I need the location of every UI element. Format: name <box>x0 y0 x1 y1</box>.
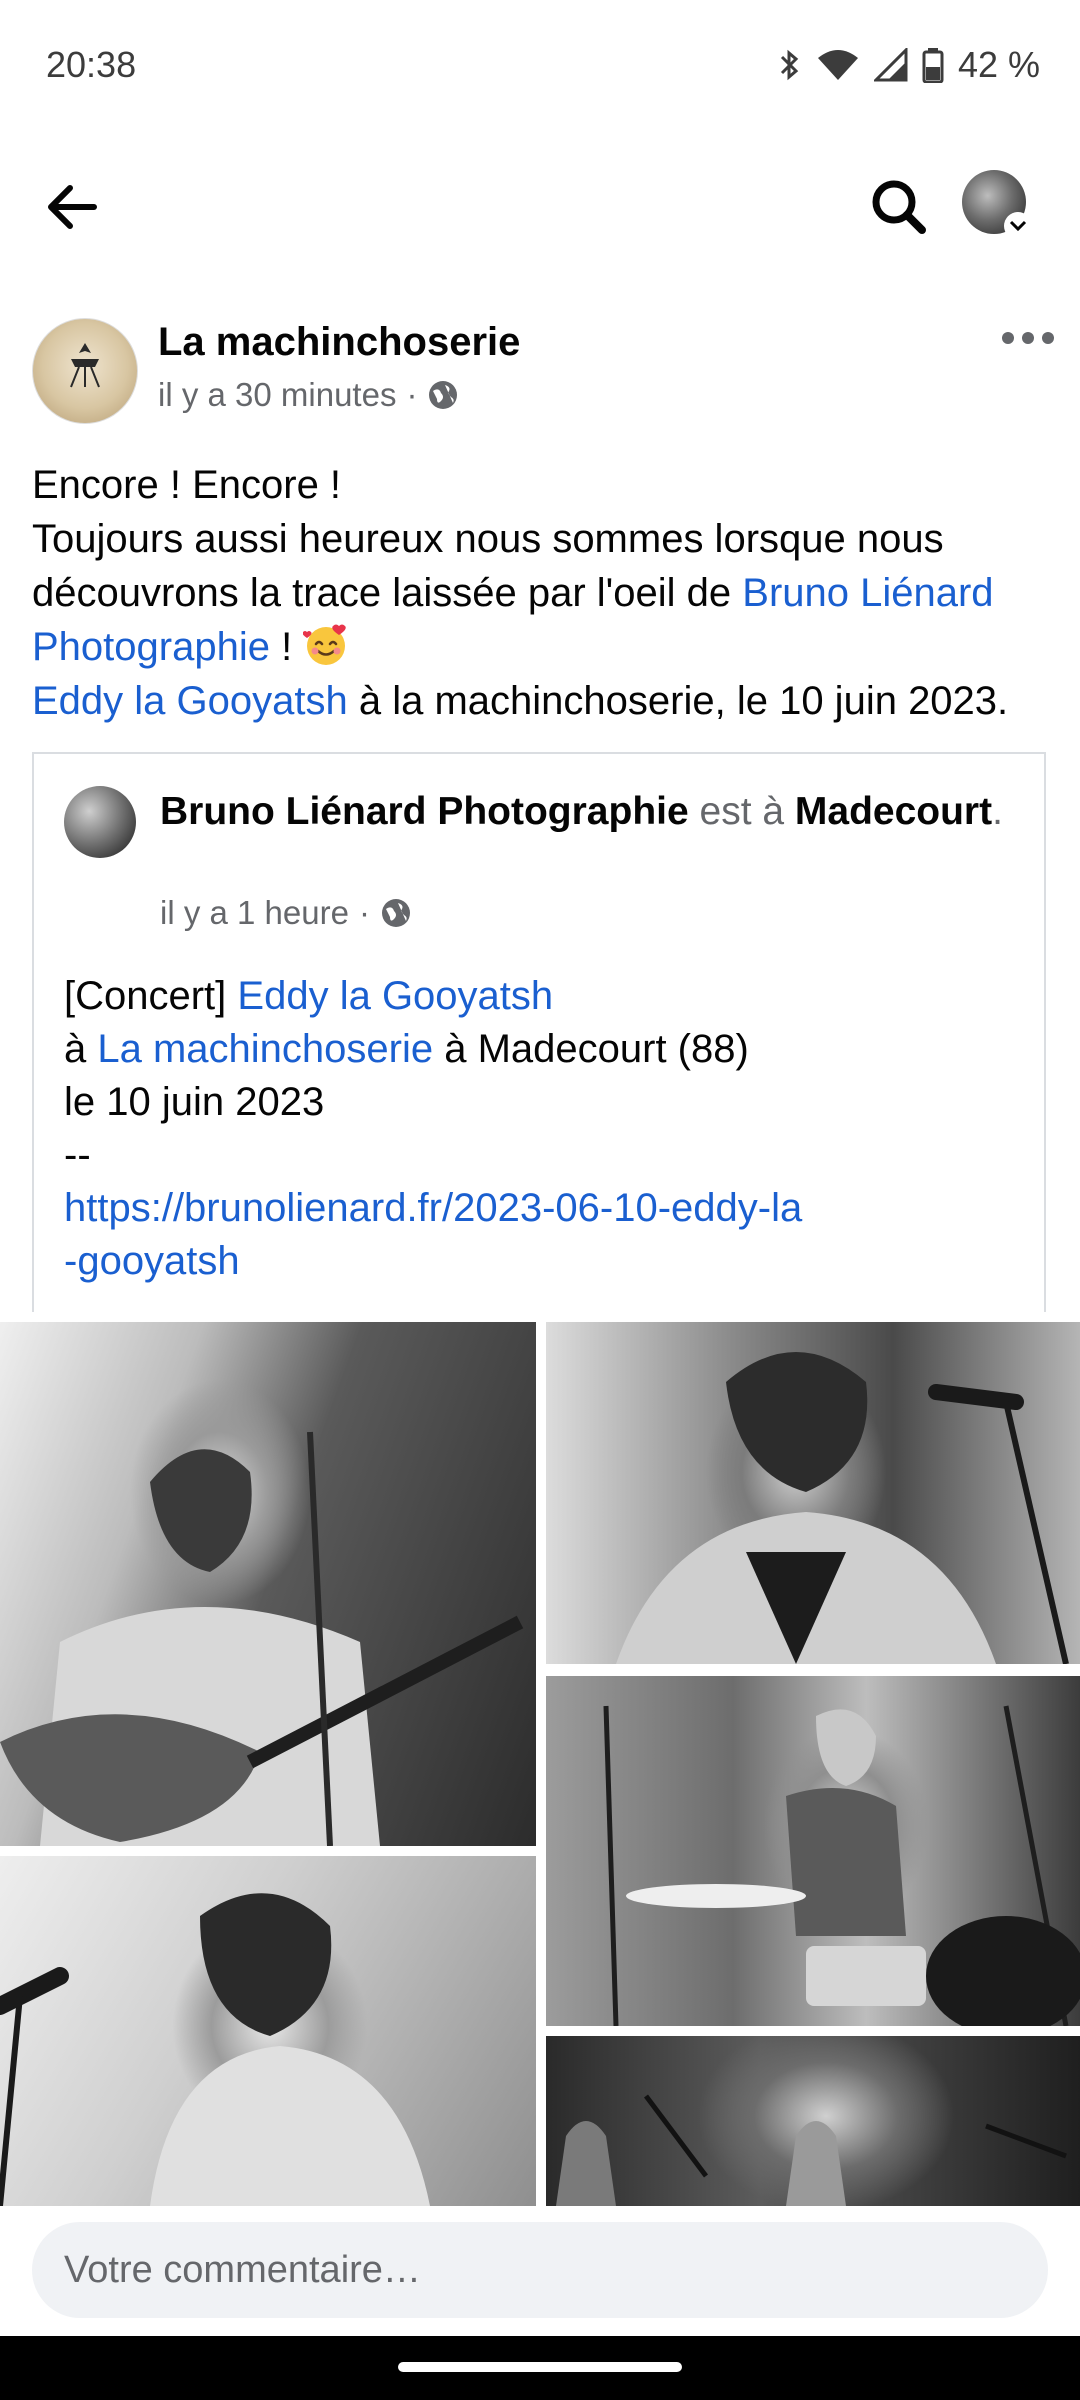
shared-author-name[interactable]: Bruno Liénard Photographie <box>160 790 689 833</box>
meta-separator: · <box>358 894 370 931</box>
url-part-2: -gooyatsh <box>64 1239 240 1283</box>
shared-author-avatar[interactable] <box>64 786 136 858</box>
battery-icon <box>922 48 944 83</box>
title-period: . <box>992 790 1003 833</box>
link-eddy-la-gooyatsh[interactable]: Eddy la Gooyatsh <box>237 974 553 1018</box>
home-gesture-handle[interactable] <box>398 2362 682 2372</box>
shared-post-meta: il y a 1 heure · <box>160 894 412 932</box>
post-text: Encore ! Encore ! Toujours aussi heureux… <box>32 458 1052 728</box>
mention-eddy-la-gooyatsh[interactable]: Eddy la Gooyatsh <box>32 679 348 723</box>
system-nav-bar <box>0 2336 1080 2400</box>
page-logo <box>70 343 100 388</box>
status-time: 20:38 <box>46 44 137 85</box>
body-concert-label: [Concert] <box>64 974 238 1018</box>
chevron-down-icon <box>1004 212 1032 240</box>
shared-post-card[interactable]: Bruno Liénard Photographie est à Madecou… <box>32 752 1046 1312</box>
post-author[interactable]: La machinchoserie <box>158 320 520 365</box>
band-photo[interactable] <box>546 2036 1080 2206</box>
meta-separator: · <box>406 376 418 413</box>
link-la-machinchoserie[interactable]: La machinchoserie <box>97 1027 433 1071</box>
back-arrow-icon[interactable] <box>38 172 108 242</box>
comment-input[interactable] <box>32 2222 1048 2318</box>
photo-grid <box>0 1322 1080 2206</box>
singer-photo[interactable] <box>0 1856 536 2206</box>
shared-post-body: [Concert] Eddy la Gooyatsh à La machinch… <box>64 970 1024 1288</box>
page-avatar[interactable] <box>32 318 138 424</box>
status-bar: 20:38 42 % <box>0 0 1080 134</box>
bluetooth-icon <box>780 49 799 81</box>
guitarist-photo[interactable] <box>0 1322 536 1846</box>
signal-icon <box>873 48 908 82</box>
post-text-end: à la machinchoserie, le 10 juin 2023. <box>347 679 1009 723</box>
comment-bar <box>0 2206 1080 2336</box>
url-part-1: https://brunolienard.fr/2023-06-10-eddy-… <box>64 1186 803 1230</box>
post-time[interactable]: il y a 30 minutes <box>158 376 396 414</box>
search-icon[interactable] <box>864 172 934 242</box>
post-text-exclaim: ! <box>269 625 304 669</box>
top-app-bar <box>0 150 1080 260</box>
body-a: à <box>64 1027 98 1071</box>
external-url-link[interactable]: https://brunolienard.fr/2023-06-10-eddy-… <box>64 1186 802 1283</box>
post-text-line1: Encore ! Encore ! <box>32 463 342 507</box>
globe-icon <box>429 381 458 409</box>
bassist-photo[interactable] <box>546 1322 1080 1664</box>
post-meta: il y a 30 minutes · <box>158 376 459 414</box>
wifi-icon <box>817 50 858 80</box>
post-header: La machinchoserie il y a 30 minutes · <box>0 310 1080 430</box>
globe-icon <box>381 899 410 927</box>
smiling-face-with-hearts-emoji <box>303 624 347 665</box>
body-date: le 10 juin 2023 <box>64 1080 325 1124</box>
profile-avatar[interactable] <box>962 170 1032 240</box>
more-options-icon[interactable] <box>1000 326 1056 350</box>
status-icons: 42 % <box>778 44 1040 86</box>
checkin-text: est à <box>688 790 795 833</box>
shared-post-time[interactable]: il y a 1 heure <box>160 894 349 932</box>
drummer-photo[interactable] <box>546 1676 1080 2026</box>
battery-percent: 42 % <box>957 44 1040 85</box>
shared-post-title: Bruno Liénard Photographie est à Madecou… <box>160 788 1020 836</box>
body-dashes: -- <box>64 1133 91 1177</box>
checkin-location[interactable]: Madecourt <box>795 790 992 833</box>
body-location: à Madecourt (88) <box>433 1027 749 1071</box>
